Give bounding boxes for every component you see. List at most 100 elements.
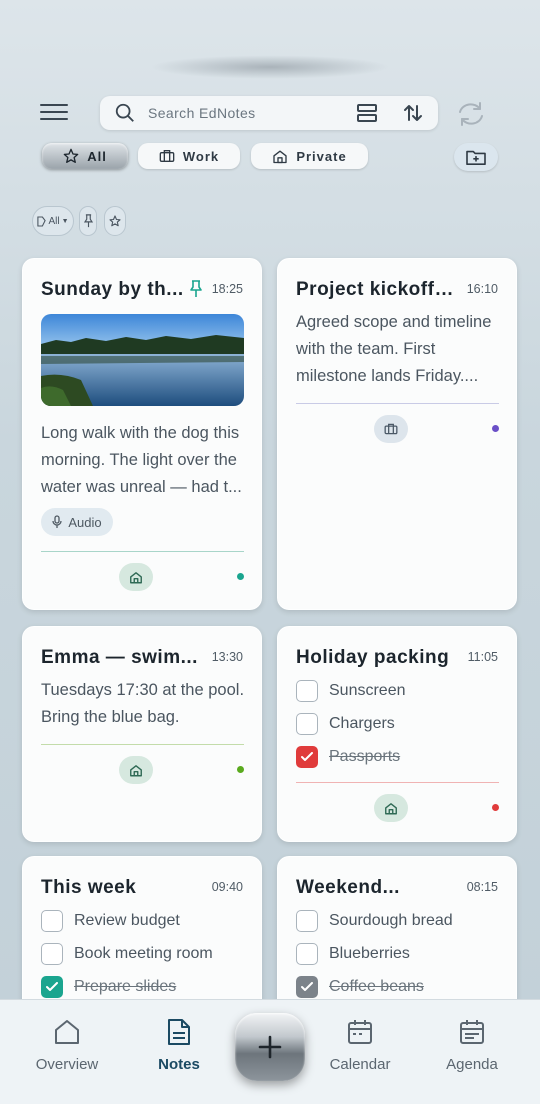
checkbox-checked[interactable] [296,976,318,998]
checkbox[interactable] [296,910,318,932]
top-bar [0,96,540,132]
note-title: Project kickoff ... [296,279,456,300]
checklist-item[interactable]: Review budget [41,909,180,933]
checklist-item[interactable]: Chargers [296,712,395,736]
tab-all[interactable]: All [42,143,128,169]
checklist-item[interactable]: Coffee beans [296,975,424,999]
category-tabs: All Work Private [42,143,502,173]
checklist-label: Blueberries [329,945,410,962]
folder-plus-icon [466,150,486,166]
category-work-icon[interactable] [374,415,408,443]
pin-filter[interactable] [79,206,97,236]
note-time: 18:25 [211,282,243,296]
checklist-item[interactable]: Book meeting room [41,942,213,966]
checklist-item[interactable]: Sunscreen [296,679,406,703]
color-dot [492,804,499,811]
tag-filter[interactable]: All ▼ [32,206,74,236]
checkbox[interactable] [296,680,318,702]
checklist-label: Chargers [329,715,395,732]
add-note-button[interactable] [235,1013,305,1081]
check-icon [301,752,313,761]
color-dot [237,573,244,580]
tab-label: All [87,148,107,164]
note-time: 08:15 [466,880,498,894]
checkbox-checked[interactable] [296,746,318,768]
checklist-label: Coffee beans [329,978,424,995]
checkbox[interactable] [41,910,63,932]
note-card[interactable]: Sunday by th... 18:25 Long walk with the… [22,258,262,610]
tab-label: Work [182,148,220,164]
nav-label: Calendar [329,1056,391,1073]
checklist-label: Prepare slides [74,978,177,995]
search-icon [115,103,134,122]
note-title: Emma — swim... [41,647,198,668]
pin-icon [83,214,93,228]
nav-label: Notes [158,1056,200,1073]
star-icon [109,215,121,227]
nav-agenda[interactable]: Agenda [427,1018,517,1073]
briefcase-icon [159,150,175,162]
nav-notes[interactable]: Notes [134,1018,224,1073]
checklist-item[interactable]: Sourdough bread [296,909,453,933]
agenda-icon [460,1020,484,1044]
checkbox-checked[interactable] [41,976,63,998]
new-folder-button[interactable] [454,143,498,171]
note-body: Agreed scope and timeline with the team.… [296,313,492,385]
tab-private[interactable]: Private [251,143,368,169]
sync-icon[interactable] [456,100,486,128]
note-card[interactable]: Project kickoff ... 16:10 Agreed scope a… [277,258,517,610]
tag-filter-label: All [48,215,60,227]
nav-overview[interactable]: Overview [22,1018,112,1073]
checklist-item[interactable]: Prepare slides [41,975,176,999]
checklist-item[interactable]: Blueberries [296,942,410,966]
star-icon [63,148,79,163]
search-bar[interactable] [100,96,438,130]
note-time: 16:10 [466,282,498,296]
checklist-label: Review budget [74,912,180,929]
nav-calendar[interactable]: Calendar [315,1018,405,1073]
note-title: Holiday packing [296,647,450,668]
view-toggle-icon[interactable] [356,103,378,123]
top-shade [150,55,390,79]
divider [296,403,499,404]
check-icon [46,982,58,991]
nav-label: Overview [35,1056,99,1073]
hamburger-icon[interactable] [40,104,68,124]
note-title: This week [41,877,137,898]
checklist-label: Sourdough bread [329,912,453,929]
checklist-label: Passports [329,748,401,765]
category-home-icon[interactable] [119,756,153,784]
note-body: Tuesdays 17:30 at the pool. Bring the bl… [41,681,245,726]
attachment-label: Audio [68,514,102,530]
search-input[interactable] [148,105,338,121]
tab-work[interactable]: Work [138,143,240,169]
note-photo[interactable] [41,314,244,406]
audio-attachment[interactable]: Audio [41,508,113,536]
sort-icon[interactable] [402,102,424,124]
note-time: 09:40 [211,880,243,894]
pin-icon[interactable] [189,280,203,298]
divider [296,782,499,783]
note-card[interactable]: Emma — swim... 13:30 Tuesdays 17:30 at t… [22,626,262,842]
check-icon [301,982,313,991]
checklist-label: Book meeting room [74,945,213,962]
category-home-icon[interactable] [374,794,408,822]
calendar-icon [348,1020,372,1044]
checkbox[interactable] [296,943,318,965]
color-dot [237,766,244,773]
star-filter[interactable] [104,206,126,236]
category-home-icon[interactable] [119,563,153,591]
color-dot [492,425,499,432]
home-icon [273,150,287,163]
checkbox[interactable] [41,943,63,965]
note-body: Long walk with the dog this morning. The… [41,424,242,496]
divider [41,551,244,552]
checkbox[interactable] [296,713,318,735]
microphone-icon [52,515,63,528]
tag-icon [37,215,47,227]
checklist-item[interactable]: Passports [296,745,400,769]
note-card[interactable]: Holiday packing 11:05 Sunscreen Chargers… [277,626,517,842]
note-title: Sunday by th... [41,279,184,300]
document-icon [168,1019,190,1045]
note-title: Weekend... [296,877,400,898]
